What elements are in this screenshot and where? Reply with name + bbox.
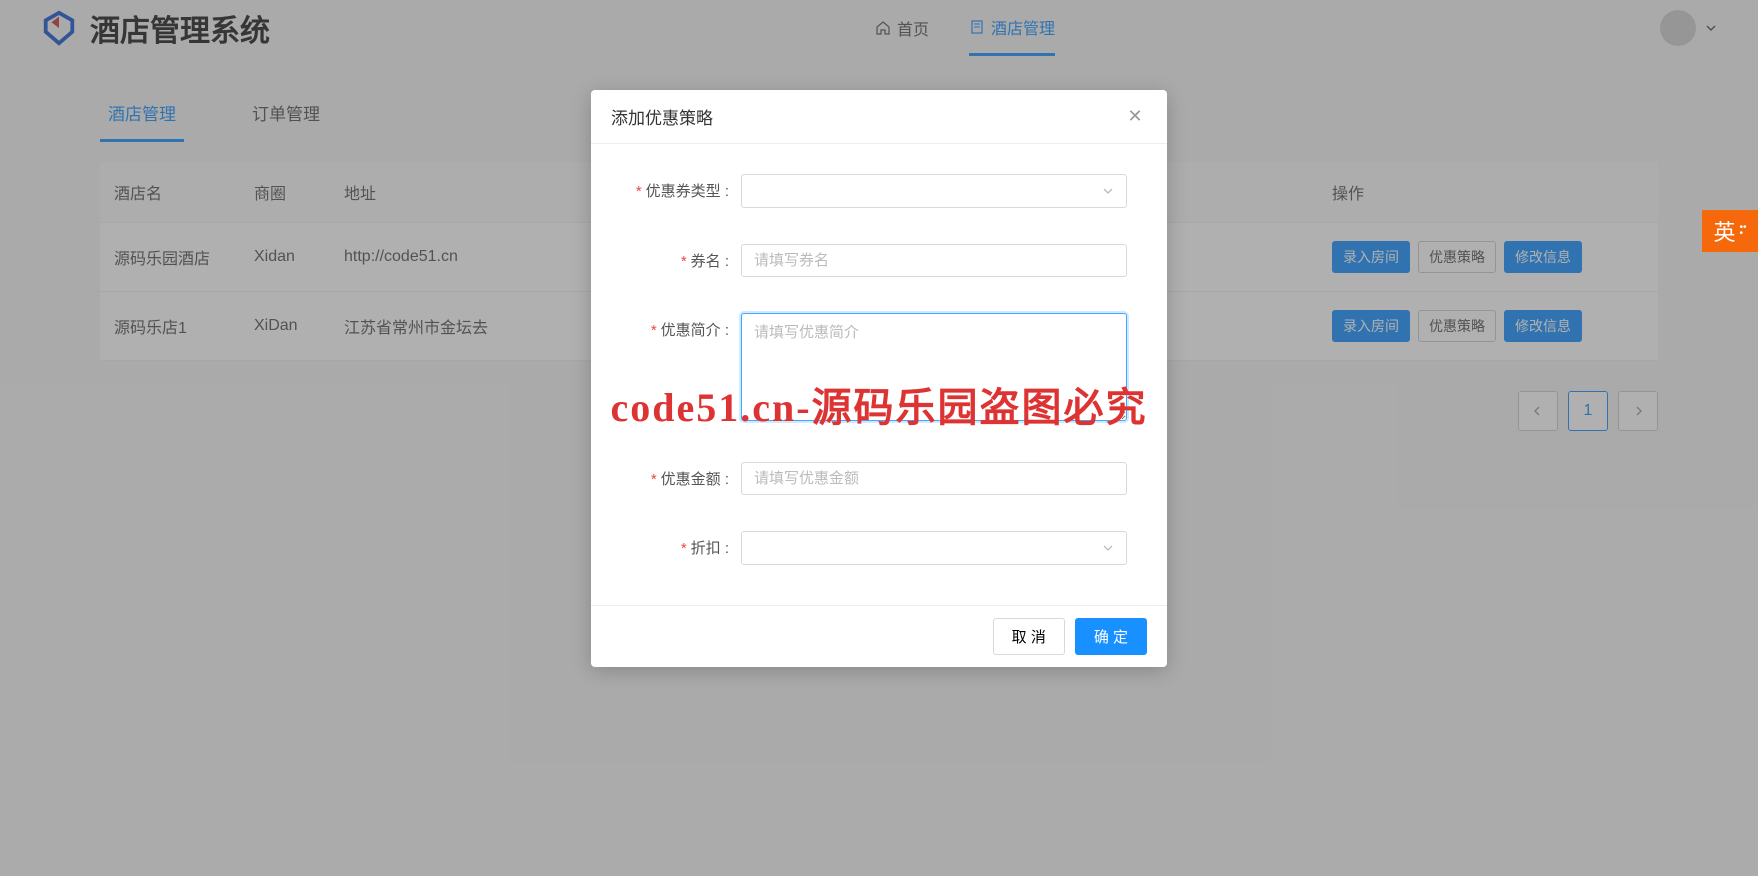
modal-body: *优惠券类型 : *券名 : *优惠简介 :	[591, 144, 1167, 605]
intro-label: *优惠简介 :	[611, 313, 741, 340]
ime-badge[interactable]: 英 •••	[1702, 210, 1758, 252]
chevron-down-icon	[1102, 542, 1114, 554]
intro-textarea[interactable]	[741, 313, 1127, 421]
modal-footer: 取 消 确 定	[591, 605, 1167, 667]
amount-label: *优惠金额 :	[611, 462, 741, 489]
modal-header: 添加优惠策略 ✕	[591, 90, 1167, 144]
modal-overlay[interactable]: 添加优惠策略 ✕ *优惠券类型 : *券名 :	[0, 0, 1758, 876]
modal-title: 添加优惠策略	[611, 104, 713, 129]
discount-label: *折扣 :	[611, 531, 741, 558]
cancel-button[interactable]: 取 消	[993, 618, 1065, 655]
coupon-name-label: *券名 :	[611, 244, 741, 271]
close-icon[interactable]: ✕	[1123, 106, 1147, 127]
confirm-button[interactable]: 确 定	[1075, 618, 1147, 655]
ime-label: 英	[1713, 215, 1735, 247]
discount-select[interactable]	[741, 531, 1127, 565]
ime-dots-icon: •••	[1740, 225, 1747, 237]
chevron-down-icon	[1102, 185, 1114, 197]
amount-input[interactable]	[741, 462, 1127, 495]
coupon-type-label: *优惠券类型 :	[611, 174, 741, 201]
add-strategy-modal: 添加优惠策略 ✕ *优惠券类型 : *券名 :	[591, 90, 1167, 667]
coupon-type-select[interactable]	[741, 174, 1127, 208]
coupon-name-input[interactable]	[741, 244, 1127, 277]
